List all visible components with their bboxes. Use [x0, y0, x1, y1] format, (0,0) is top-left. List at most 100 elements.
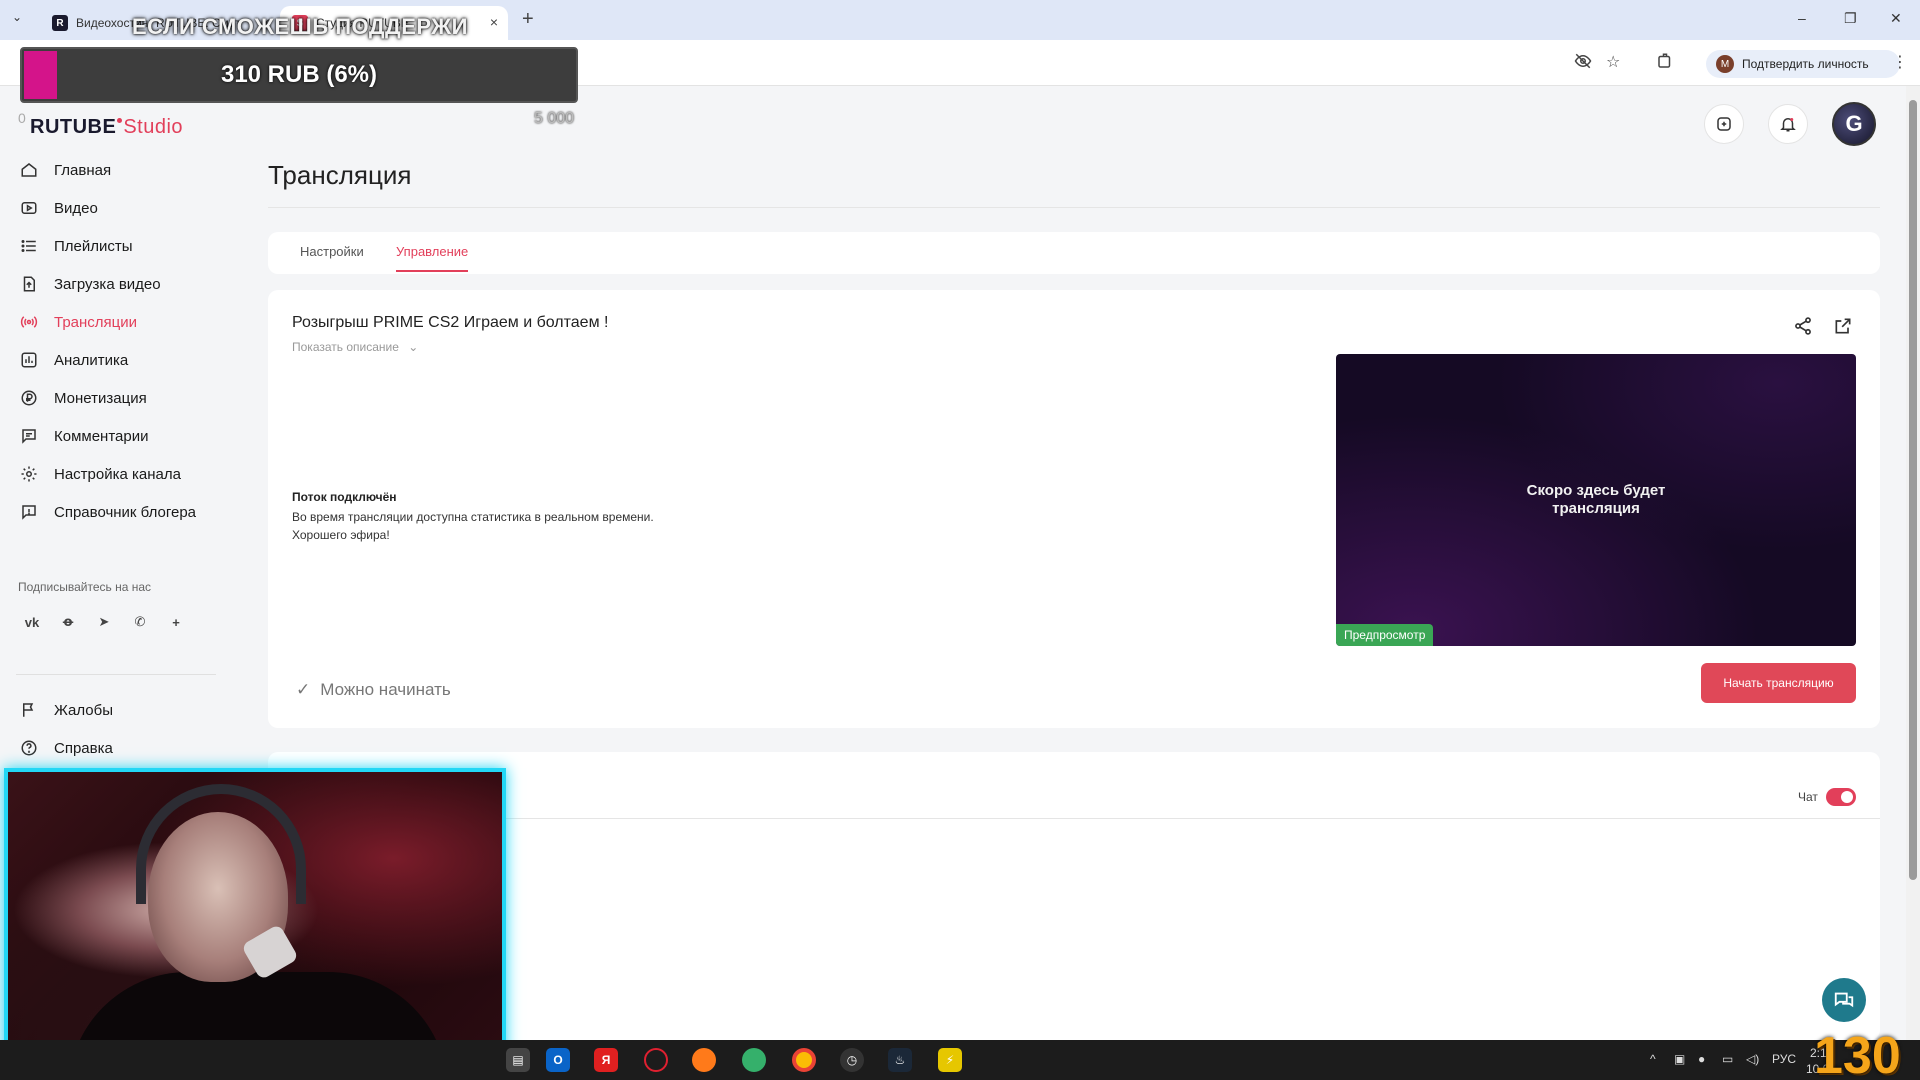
telegram-icon[interactable]: ➤: [94, 612, 114, 632]
donation-amount: 310 RUB (6%): [220, 61, 378, 88]
verify-identity-button[interactable]: M Подтвердить личность: [1706, 50, 1900, 78]
restore-icon[interactable]: ❐: [1844, 10, 1857, 27]
status-line: Хорошего эфира!: [292, 528, 390, 542]
chat-toggle[interactable]: [1826, 788, 1856, 806]
opera-icon[interactable]: [644, 1048, 668, 1072]
firefox-icon[interactable]: [692, 1048, 716, 1072]
close-window-icon[interactable]: ✕: [1890, 10, 1902, 27]
file-explorer-icon[interactable]: ▤: [506, 1048, 530, 1072]
sidebar-item-label: Загрузка видео: [54, 275, 161, 293]
game-app-icon[interactable]: ⚡: [938, 1048, 962, 1072]
tray-mic-icon[interactable]: ●: [1698, 1052, 1705, 1066]
chat-card: [268, 752, 1880, 1040]
user-avatar[interactable]: G: [1832, 102, 1876, 146]
title-divider: [268, 207, 1880, 208]
sidebar-item-monetization[interactable]: Монетизация: [20, 386, 147, 410]
eye-off-icon[interactable]: [1574, 52, 1592, 75]
subscribe-label: Подписывайтесь на нас: [18, 580, 152, 594]
sidebar-item-label: Справка: [54, 739, 113, 757]
sidebar-item-blogger-guide[interactable]: Справочник блогера: [20, 500, 196, 524]
start-stream-button[interactable]: Начать трансляцию: [1701, 663, 1856, 703]
notifications-button[interactable]: [1768, 104, 1808, 144]
tray-device-icon[interactable]: ▣: [1674, 1052, 1685, 1066]
sidebar-item-playlists[interactable]: Плейлисты: [20, 234, 133, 258]
sidebar-item-upload[interactable]: Загрузка видео: [20, 272, 161, 296]
outlook-icon[interactable]: O: [546, 1048, 570, 1072]
info-icon: [22, 505, 36, 520]
logo-dot: [117, 118, 123, 123]
volume-icon[interactable]: ◁): [1746, 1052, 1759, 1066]
close-tab-icon[interactable]: ×: [490, 14, 498, 30]
video-icon: [21, 202, 37, 214]
tray-overflow-icon[interactable]: ^: [1650, 1052, 1656, 1066]
overlay-counter: 130: [1814, 1027, 1901, 1080]
viber-icon[interactable]: ✆: [130, 612, 150, 632]
sidebar-item-label: Трансляции: [54, 313, 138, 331]
extensions-icon[interactable]: [1656, 52, 1674, 75]
gear-icon: [21, 466, 37, 482]
minimize-icon[interactable]: –: [1798, 10, 1806, 26]
stream-title: Розыгрыш PRIME CS2 Играем и болтаем !: [292, 314, 609, 331]
page-title: Трансляция: [268, 160, 412, 190]
sidebar-item-label: Настройка канала: [54, 465, 181, 483]
chevron-down-icon: ⌄: [408, 340, 419, 354]
show-description-label: Показать описание: [292, 340, 399, 354]
sidebar-item-analytics[interactable]: Аналитика: [20, 348, 128, 372]
ok-icon[interactable]: ꝋ: [58, 612, 78, 632]
sidebar-item-label: Жалобы: [54, 701, 113, 719]
sidebar-item-broadcasts[interactable]: Трансляции: [20, 310, 137, 334]
preview-badge: Предпросмотр: [1336, 624, 1434, 646]
star-icon[interactable]: ☆: [1606, 52, 1620, 72]
chrome-icon[interactable]: [792, 1048, 816, 1072]
sidebar-item-label: Монетизация: [54, 389, 147, 407]
sidebar-item-video[interactable]: Видео: [20, 196, 98, 220]
tab-list-chevron-icon[interactable]: ⌄: [12, 10, 22, 24]
sidebar-item-label: Видео: [54, 199, 98, 217]
tabs-card: [268, 232, 1880, 274]
broadcast-icon: [20, 316, 38, 328]
steam-icon[interactable]: ♨: [888, 1048, 912, 1072]
vk-icon[interactable]: vk: [22, 612, 42, 632]
sidebar-item-help[interactable]: Справка: [20, 736, 113, 760]
sidebar-item-channel-settings[interactable]: Настройка канала: [20, 462, 181, 486]
donation-min: 0: [18, 110, 26, 126]
preview-message: Скоро здесь будет трансляция: [1336, 482, 1856, 518]
app-color-icon[interactable]: [742, 1048, 766, 1072]
ready-label: Можно начинать: [320, 680, 451, 699]
home-icon: [21, 163, 37, 177]
sidebar-item-home[interactable]: Главная: [20, 158, 111, 182]
sidebar-item-label: Главная: [54, 161, 112, 179]
scrollbar-thumb[interactable]: [1909, 100, 1917, 880]
comment-icon: [22, 429, 36, 444]
status-line: Во время трансляции доступна статистика …: [292, 510, 654, 524]
show-description-toggle[interactable]: Показать описание ⌄: [292, 340, 418, 354]
flag-icon: [23, 703, 34, 717]
browser-menu-icon[interactable]: ⋮: [1892, 52, 1908, 72]
logo-main-text: RUTUBE: [30, 116, 117, 138]
yandex-icon[interactable]: Я: [594, 1048, 618, 1072]
language-indicator[interactable]: РУС: [1772, 1052, 1796, 1066]
preview-line: трансляция: [1552, 500, 1640, 517]
network-icon[interactable]: ▭: [1722, 1052, 1733, 1066]
tab-settings[interactable]: Настройки: [300, 244, 364, 259]
headphones-icon: [136, 784, 306, 904]
verify-identity-label: Подтвердить личность: [1742, 57, 1869, 71]
sidebar-item-label: Комментарии: [54, 427, 149, 445]
chat-label: Чат: [1798, 790, 1818, 804]
sidebar-item-label: Аналитика: [54, 351, 129, 369]
sidebar-item-comments[interactable]: Комментарии: [20, 424, 148, 448]
sidebar-item-complaints[interactable]: Жалобы: [20, 698, 113, 722]
open-external-icon[interactable]: [1833, 316, 1855, 338]
more-socials-icon[interactable]: +: [166, 612, 186, 632]
new-tab-button[interactable]: +: [522, 8, 534, 31]
rutube-studio-logo[interactable]: RUTUBE Studio: [30, 116, 183, 139]
list-icon: [21, 240, 36, 252]
preview-line: Скоро здесь будет: [1526, 482, 1666, 499]
support-chat-button[interactable]: [1822, 978, 1866, 1022]
clock-app-icon[interactable]: ◷: [840, 1048, 864, 1072]
create-button[interactable]: [1704, 104, 1744, 144]
upload-icon: [23, 276, 35, 292]
share-icon[interactable]: [1793, 316, 1815, 338]
bell-icon: [1780, 118, 1796, 132]
tab-management[interactable]: Управление: [396, 244, 468, 259]
